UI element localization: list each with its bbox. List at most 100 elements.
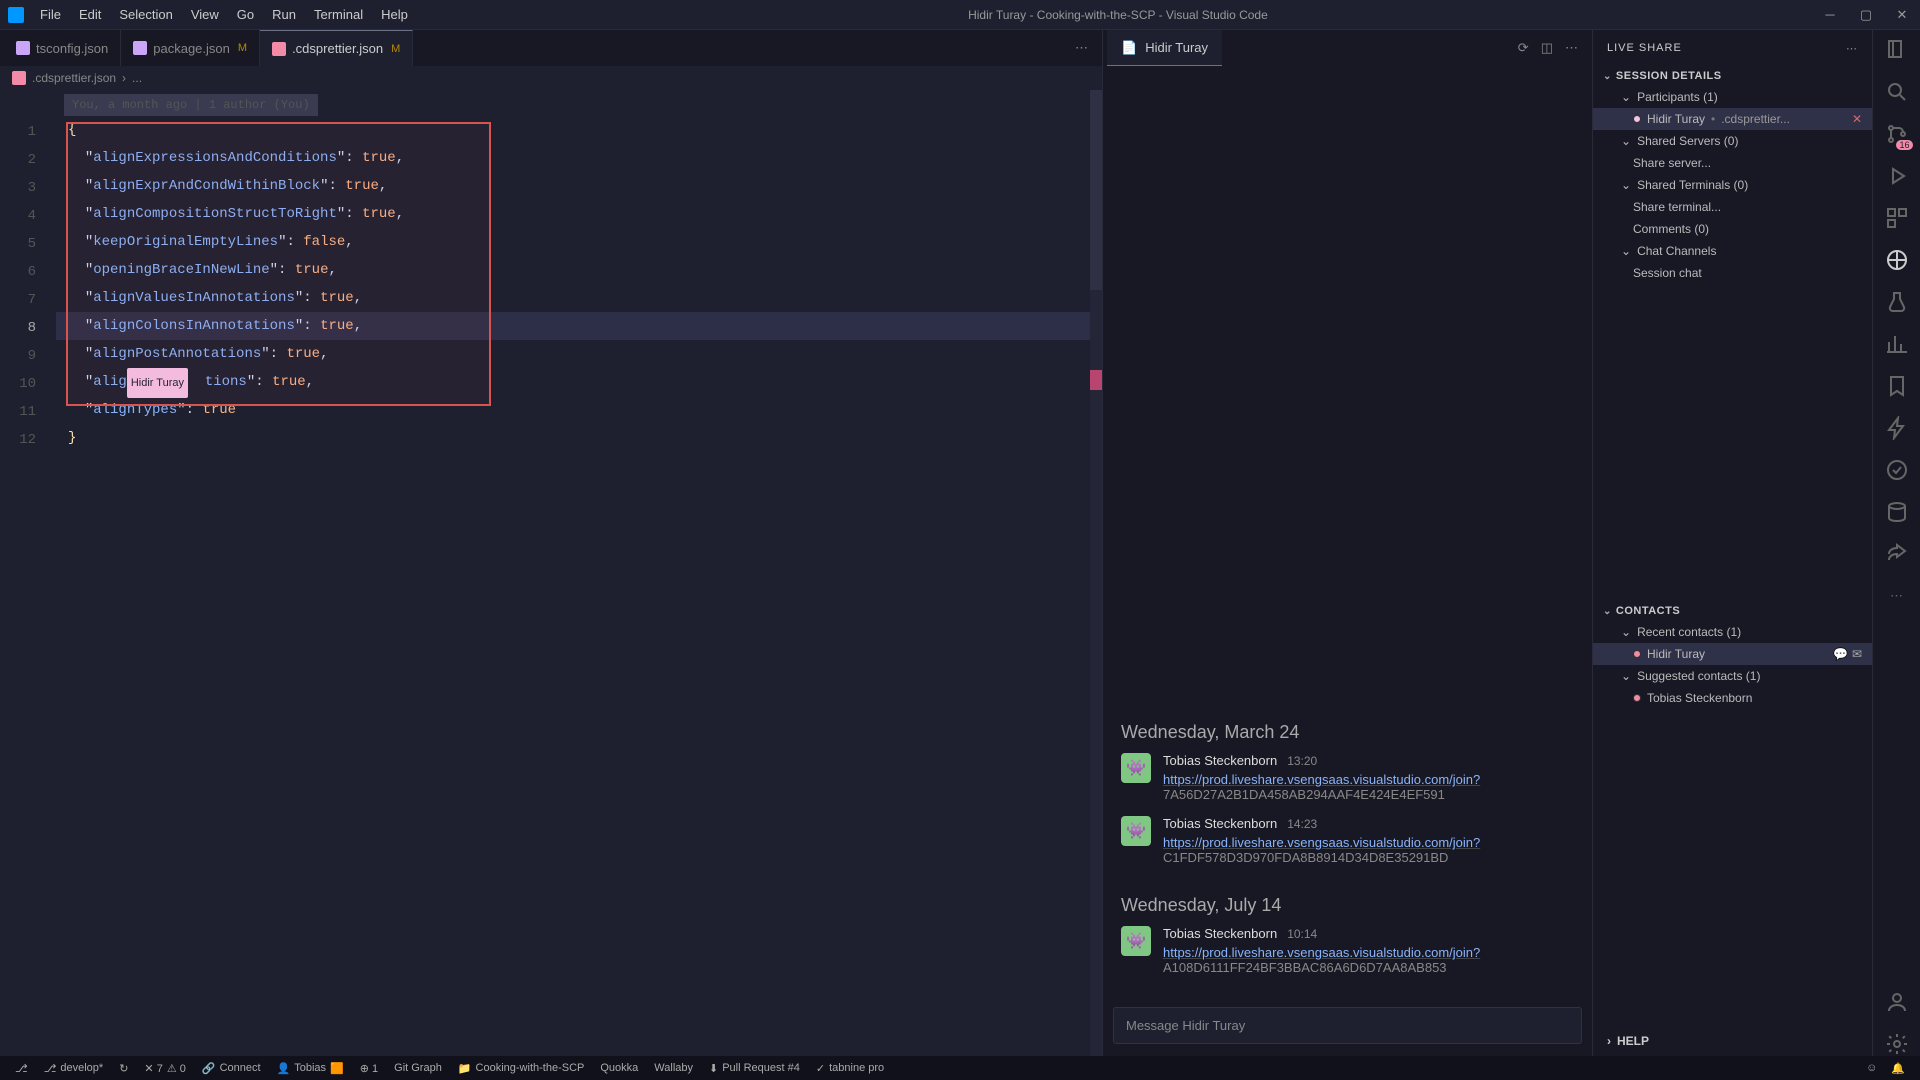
code-line[interactable]: "alignCompositionStructToRight": true, (56, 200, 1090, 228)
chart-icon[interactable] (1885, 332, 1909, 356)
menu-go[interactable]: Go (229, 3, 262, 26)
editor[interactable]: 123456789101112 You, a month ago | 1 aut… (0, 90, 1102, 1056)
search-icon[interactable] (1885, 80, 1909, 104)
share-server-item[interactable]: Share server... (1593, 152, 1872, 174)
code-line[interactable]: "aligHidir Turaytions": true, (56, 368, 1090, 396)
chevron-down-icon: ⌄ (1603, 606, 1612, 617)
participants-header[interactable]: ⌄ Participants (1) (1593, 86, 1872, 108)
branch-button[interactable]: ⎇ develop* (37, 1056, 111, 1080)
settings-icon[interactable] (1885, 1032, 1909, 1056)
code-line[interactable]: "keepOriginalEmptyLines": false, (56, 228, 1090, 256)
recent-contacts-header[interactable]: ⌄ Recent contacts (1) (1593, 621, 1872, 643)
tab-package.json[interactable]: package.jsonM (121, 30, 260, 66)
menu-help[interactable]: Help (373, 3, 416, 26)
file-icon: 📄 (1121, 40, 1137, 56)
suggested-contacts-header[interactable]: ⌄ Suggested contacts (1) (1593, 665, 1872, 687)
tabnine-button[interactable]: ✓ tabnine pro (809, 1056, 891, 1080)
message-link[interactable]: https://prod.liveshare.vsengsaas.visuals… (1163, 945, 1480, 960)
menu-selection[interactable]: Selection (111, 3, 180, 26)
mail-icon[interactable]: ✉ (1852, 647, 1862, 661)
menu-terminal[interactable]: Terminal (306, 3, 371, 26)
chat-tab[interactable]: 📄 Hidir Turay (1107, 30, 1222, 66)
code-line[interactable]: "alignExprAndCondWithinBlock": true, (56, 172, 1090, 200)
breadcrumb[interactable]: .cdsprettier.json › ... (0, 66, 1102, 90)
code-line[interactable]: "alignPostAnnotations": true, (56, 340, 1090, 368)
quokka-button[interactable]: Quokka (593, 1056, 645, 1080)
wallaby-button[interactable]: Wallaby (647, 1056, 700, 1080)
share-terminal-item[interactable]: Share terminal... (1593, 196, 1872, 218)
menu-edit[interactable]: Edit (71, 3, 109, 26)
connect-button[interactable]: 🔗 Connect (195, 1056, 268, 1080)
maximize-button[interactable]: ▢ (1856, 7, 1876, 23)
recent-contact-item[interactable]: Hidir Turay 💬 ✉ (1593, 643, 1872, 665)
test-icon[interactable] (1885, 290, 1909, 314)
sync-button[interactable]: ↻ (112, 1056, 135, 1080)
session-details-header[interactable]: ⌄ SESSION DETAILS (1593, 66, 1872, 86)
tab-tsconfig.json[interactable]: tsconfig.json (4, 30, 121, 66)
share-arrow-icon[interactable] (1885, 542, 1909, 566)
check-icon[interactable] (1885, 458, 1909, 482)
shared-terminals-header[interactable]: ⌄ Shared Terminals (0) (1593, 174, 1872, 196)
editor-more-icon[interactable]: ⋯ (1075, 40, 1088, 56)
remote-button[interactable]: ⎇ (8, 1056, 35, 1080)
explorer-icon[interactable] (1885, 38, 1909, 62)
comments-item[interactable]: Comments (0) (1593, 218, 1872, 240)
menu-view[interactable]: View (183, 3, 227, 26)
menu-run[interactable]: Run (264, 3, 304, 26)
code-line[interactable]: "openingBraceInNewLine": true, (56, 256, 1090, 284)
debug-icon[interactable] (1885, 164, 1909, 188)
line-gutter: 123456789101112 (0, 90, 56, 1056)
gitgraph-button[interactable]: Git Graph (387, 1056, 449, 1080)
pr-button[interactable]: ⬇ Pull Request #4 (702, 1056, 807, 1080)
chat-input[interactable]: Message Hidir Turay (1113, 1007, 1582, 1044)
vscode-icon (8, 7, 24, 23)
coauthors[interactable]: ⊕ 1 (353, 1056, 385, 1080)
collaborator-cursor: Hidir Turay (127, 368, 188, 398)
account-icon[interactable] (1885, 990, 1909, 1014)
bookmark-icon[interactable] (1885, 374, 1909, 398)
code-line[interactable]: "alignExpressionsAndConditions": true, (56, 144, 1090, 172)
message-link[interactable]: https://prod.liveshare.vsengsaas.visuals… (1163, 835, 1480, 850)
menu-file[interactable]: File (32, 3, 69, 26)
message-link[interactable]: https://prod.liveshare.vsengsaas.visuals… (1163, 772, 1480, 787)
project-button[interactable]: 📁 Cooking-with-the-SCP (451, 1056, 592, 1080)
code-line[interactable]: "alignColonsInAnnotations": true, (56, 312, 1090, 340)
minimize-button[interactable]: ─ (1820, 7, 1840, 23)
more-icon[interactable]: ⋯ (1565, 40, 1578, 56)
shared-servers-header[interactable]: ⌄ Shared Servers (0) (1593, 130, 1872, 152)
close-icon[interactable]: ✕ (1852, 112, 1862, 126)
breadcrumb-file: .cdsprettier.json (32, 71, 116, 85)
problems-button[interactable]: ✕ 7 ⚠ 0 (137, 1056, 192, 1080)
chat-message: 👾 Tobias Steckenborn13:20 https://prod.l… (1121, 753, 1574, 802)
code-line[interactable]: "alignTypes": true (56, 396, 1090, 424)
more-icon[interactable]: ⋯ (1846, 42, 1858, 55)
liveshare-user[interactable]: 👤 Tobias 🟧 (270, 1056, 351, 1080)
participant-item[interactable]: Hidir Turay • .cdsprettier... ✕ (1593, 108, 1872, 130)
code-line[interactable]: { (56, 116, 1090, 144)
session-chat-item[interactable]: Session chat (1593, 262, 1872, 284)
message-author: Tobias Steckenborn (1163, 753, 1277, 768)
refresh-icon[interactable]: ⟳ (1518, 40, 1529, 56)
help-header[interactable]: › HELP (1593, 1026, 1872, 1056)
liveshare-icon[interactable] (1885, 248, 1909, 272)
code-line[interactable]: "alignValuesInAnnotations": true, (56, 284, 1090, 312)
suggested-contact-item[interactable]: Tobias Steckenborn (1593, 687, 1872, 709)
lightning-icon[interactable] (1885, 416, 1909, 440)
notifications-button[interactable]: 🔔 (1884, 1062, 1912, 1075)
more-icon[interactable]: ⋯ (1885, 584, 1909, 608)
chat-tab-title: Hidir Turay (1145, 40, 1208, 55)
split-icon[interactable]: ◫ (1541, 40, 1553, 56)
code-line[interactable]: } (56, 424, 1090, 452)
contacts-header[interactable]: ⌄ CONTACTS (1593, 601, 1872, 621)
source-control-icon[interactable]: 16 (1885, 122, 1909, 146)
chat-body: Wednesday, March 24👾 Tobias Steckenborn1… (1103, 66, 1592, 999)
extensions-icon[interactable] (1885, 206, 1909, 230)
minimap[interactable] (1090, 90, 1102, 1056)
chat-channels-header[interactable]: ⌄ Chat Channels (1593, 240, 1872, 262)
close-button[interactable]: ✕ (1892, 7, 1912, 23)
database-icon[interactable] (1885, 500, 1909, 524)
feedback-icon[interactable]: ☺ (1859, 1062, 1884, 1074)
tab-.cdsprettier.json[interactable]: .cdsprettier.jsonM (260, 30, 413, 66)
chat-icon[interactable]: 💬 (1833, 647, 1848, 661)
menubar: FileEditSelectionViewGoRunTerminalHelp (32, 3, 416, 26)
